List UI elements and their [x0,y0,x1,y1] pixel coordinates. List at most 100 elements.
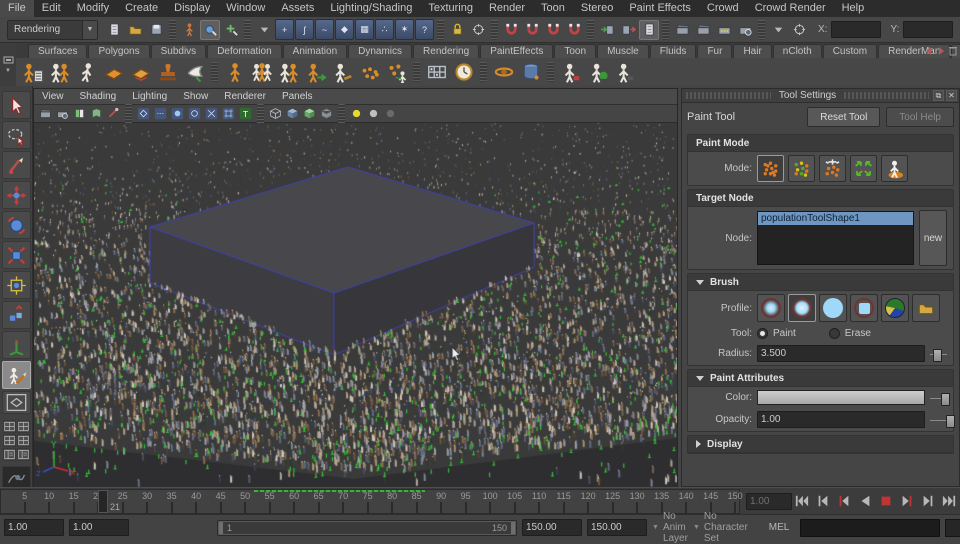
playhead[interactable] [98,490,108,513]
sym-menu-chevron-icon[interactable] [768,20,788,40]
command-line-language[interactable]: MEL [769,522,790,533]
time-slider[interactable]: 5101520253035404550556065707580859095100… [0,489,743,514]
vp-menu-renderer[interactable]: Renderer [216,89,274,104]
shelf-tab-fur[interactable]: Fur [697,44,733,58]
animation-end-field[interactable] [587,519,647,536]
step-forward-frame-button[interactable] [918,491,938,510]
shelf-menu[interactable]: ▼ [0,43,16,86]
stop-button[interactable] [876,491,896,510]
shelf-tab-fluids[interactable]: Fluids [649,44,697,58]
brush-profile-solid-icon[interactable] [819,294,847,322]
brush-profile-medium-icon[interactable] [788,294,816,322]
file-save-icon[interactable] [146,20,166,40]
opacity-slider-thumb[interactable] [946,414,956,428]
layout-outliner-persp[interactable] [2,448,16,461]
separator-grip[interactable] [244,19,251,40]
shelf-tab-subdivs[interactable]: Subdivs [150,44,207,58]
step-back-key-button[interactable] [834,491,854,510]
snap-grid-icon[interactable] [501,20,521,40]
separator-grip[interactable] [547,62,554,82]
shelf-walk-gray-icon[interactable] [612,60,637,85]
render-settings-icon[interactable] [735,20,755,40]
select-hierarchy-icon[interactable] [179,20,199,40]
menu-crowd[interactable]: Crowd [699,0,747,17]
mode-locomotion-icon[interactable] [881,155,908,182]
menu-display[interactable]: Display [166,0,218,17]
shelf-delete-icon[interactable] [948,45,958,56]
bookmark-icon[interactable] [89,107,104,120]
drag-handle[interactable] [844,92,930,99]
shelf-crowd-mixed-icon[interactable] [276,60,301,85]
menu-help[interactable]: Help [834,0,873,17]
menu-lighting-shading[interactable]: Lighting/Shading [322,0,420,17]
color-swatch[interactable] [757,390,925,405]
wireframe-icon[interactable] [268,107,283,120]
hud-text-icon[interactable]: T [238,107,253,120]
shelf-particles-link-icon[interactable] [384,60,409,85]
shelf-tab-animation[interactable]: Animation [282,44,348,58]
separator-grip[interactable] [211,62,218,82]
current-tool-population-paint[interactable] [1,361,31,389]
erase-radio[interactable] [828,328,840,339]
rotate-tool[interactable] [1,211,31,239]
shelf-stamp-icon[interactable] [155,60,180,85]
textured-icon[interactable] [302,107,317,120]
current-time-field[interactable] [746,493,792,510]
symmetry-icon[interactable] [789,20,809,40]
playback-end-field[interactable] [522,519,582,536]
separator-grip[interactable] [413,62,420,82]
layout-single-pane[interactable] [1,391,31,414]
paint-select-tool[interactable] [1,151,31,179]
menu-edit[interactable]: Edit [34,0,69,17]
vp-menu-view[interactable]: View [34,89,72,104]
move-tool[interactable] [1,181,31,209]
separator-grip[interactable] [257,103,264,124]
select-camera-icon[interactable] [106,107,121,120]
separator-grip[interactable] [662,19,669,40]
go-to-end-button[interactable] [939,491,959,510]
all-lights-icon[interactable] [349,107,364,120]
shelf-tab-rendering[interactable]: Rendering [413,44,480,58]
mask-rendering-icon[interactable]: ✶ [395,19,414,40]
menu-texturing[interactable]: Texturing [420,0,481,17]
render-current-frame-icon[interactable] [693,20,713,40]
input-connection-icon[interactable] [597,20,617,40]
range-slider[interactable]: 1 150 [217,519,517,536]
node-list[interactable]: populationToolShape1 [757,211,914,265]
brush-profile-square-icon[interactable] [850,294,878,322]
drag-handle[interactable] [686,92,771,99]
menu-render[interactable]: Render [481,0,533,17]
separator-grip[interactable] [587,19,594,40]
mask-dynamics-icon[interactable]: ∴ [375,19,394,40]
shelf-orbit-icon[interactable] [491,60,516,85]
safe-title-icon[interactable] [221,107,236,120]
snap-curve-icon[interactable] [522,20,542,40]
field-guides-icon[interactable] [153,107,168,120]
color-slider-thumb[interactable] [941,392,951,406]
highlight-selection-icon[interactable] [468,20,488,40]
render-view-icon[interactable] [672,20,692,40]
shelf-ground-paint-icon[interactable] [330,60,355,85]
separator-grip[interactable] [480,62,487,82]
image-plane-icon[interactable] [72,107,87,120]
brush-profile-image-icon[interactable] [881,294,909,322]
menu-file[interactable]: File [0,0,34,17]
layout-four-pane-1[interactable] [2,420,16,433]
shelf-run-icon[interactable] [74,60,99,85]
brush-header[interactable]: Brush [688,274,953,291]
menu-window[interactable]: Window [218,0,273,17]
x-input[interactable] [831,21,882,38]
layout-four-pane-4[interactable] [16,434,30,447]
mask-misc-icon[interactable]: ? [415,19,434,40]
shelf-tab-muscle[interactable]: Muscle [597,44,649,58]
select-tool[interactable] [1,91,31,119]
lock-icon[interactable] [447,20,467,40]
play-backwards-button[interactable] [855,491,875,510]
file-open-icon[interactable] [125,20,145,40]
layout-hypergraph[interactable] [1,466,31,489]
shelf-walk-red-icon[interactable] [558,60,583,85]
isolate-select-icon[interactable] [136,107,151,120]
shelf-crowd-group-icon[interactable] [249,60,274,85]
shelf-tab-deformation[interactable]: Deformation [207,44,282,58]
soft-modification-tool[interactable] [1,301,31,329]
